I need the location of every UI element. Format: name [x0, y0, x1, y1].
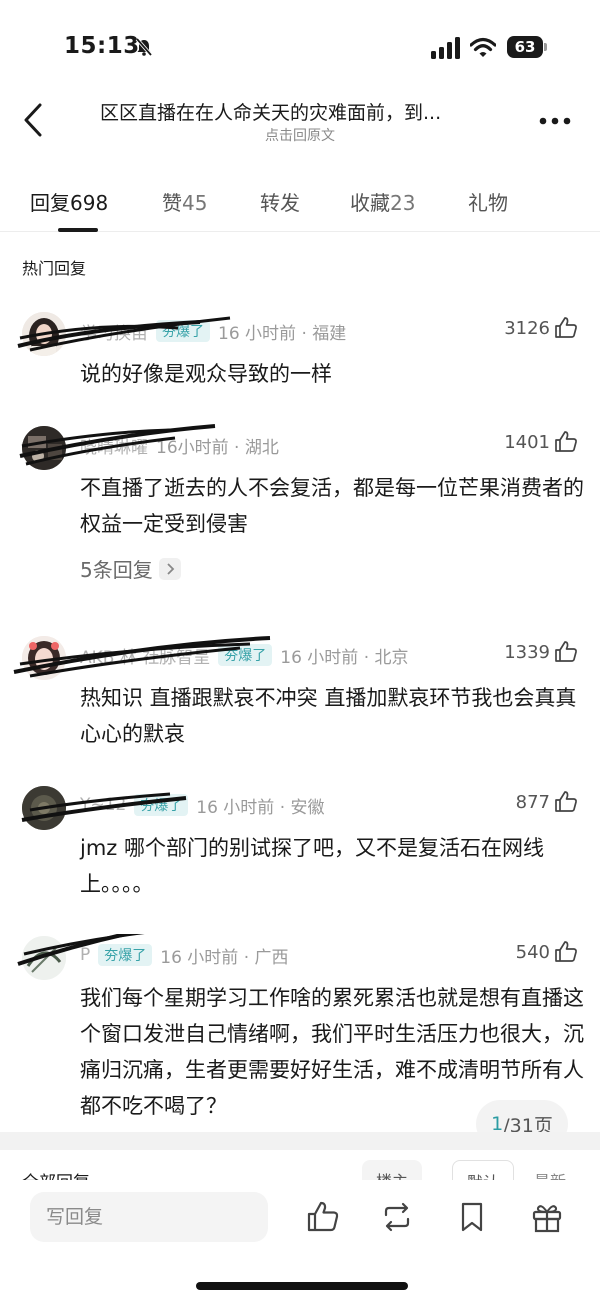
comment-meta: P 夯爆了 16 小时前 · 广西 — [80, 942, 289, 968]
comment-meta: 晓晴琳曜 16小时前 · 湖北 — [80, 432, 279, 458]
status-time: 15:13 — [64, 33, 140, 59]
like-count: 1339 — [504, 641, 550, 663]
comment-time-location: 16 小时前 · 北京 — [280, 647, 409, 668]
username[interactable]: AKB 林 社脉智呈 — [80, 643, 210, 668]
thumbs-up-icon — [555, 641, 577, 662]
view-replies-button[interactable]: 5条回复 — [80, 554, 181, 583]
status-bar: 15:13 63 — [0, 0, 600, 90]
like-button[interactable]: 877 — [516, 790, 578, 814]
comment-time-location: 16小时前 · 湖北 — [156, 437, 279, 458]
comment-text: jmz 哪个部门的别试探了吧，又不是复活石在网线上。。。。 — [80, 836, 544, 896]
comment-item: 晓晴琳曜 16小时前 · 湖北 1401 不直播了逝去的人不会复活，都是每一位芒… — [0, 424, 600, 604]
tab-count: 45 — [182, 191, 208, 215]
cellular-signal-icon — [431, 37, 460, 59]
hot-badge: 夯爆了 — [156, 320, 210, 342]
tab-likes[interactable]: 赞45 — [162, 187, 207, 227]
tab-label: 回复 — [30, 191, 70, 215]
back-to-original-link[interactable]: 点击回原文 — [0, 125, 600, 145]
comment-text: 不直播了逝去的人不会复活，都是每一位芒果消费者的权益一定受到侵害 — [80, 476, 584, 536]
hot-badge: 夯爆了 — [134, 794, 189, 816]
page-title[interactable]: 区区直播在在人命关天的灾难面前，到... — [100, 98, 510, 125]
user-avatar[interactable] — [22, 936, 66, 980]
chevron-right-icon — [158, 557, 181, 580]
like-count: 540 — [515, 941, 550, 963]
user-avatar[interactable] — [22, 312, 66, 356]
sort-owner-button[interactable]: 楼主 — [362, 1160, 423, 1180]
user-avatar[interactable] — [22, 636, 66, 680]
comment-text: 说的好像是观众导致的一样 — [80, 362, 332, 386]
tab-favorites[interactable]: 收藏23 — [350, 187, 415, 227]
user-avatar[interactable] — [22, 786, 66, 830]
all-replies-heading: 全部回复 — [22, 1168, 90, 1180]
username[interactable]: Y~12 — [80, 795, 126, 815]
like-count: 3126 — [504, 317, 550, 339]
tab-label: 礼物 — [468, 191, 508, 215]
comment-meta: AKB 林 社脉智呈 夯爆了 16 小时前 · 北京 — [80, 642, 409, 668]
hot-replies-heading: 热门回复 — [22, 259, 87, 278]
bell-muted-icon — [135, 37, 153, 57]
comment-item: 学习换亩 夯爆了 16 小时前 · 福建 3126 说的好像是观众导致的一样 — [0, 310, 600, 390]
tab-replies[interactable]: 回复698 — [30, 187, 108, 227]
tab-gifts[interactable]: 礼物 — [468, 187, 508, 227]
like-count: 877 — [515, 791, 550, 813]
tab-label: 转发 — [260, 191, 300, 215]
nav-header: 区区直播在在人命关天的灾难面前，到... 点击回原文 — [0, 90, 600, 160]
bookmark-icon[interactable] — [455, 1200, 489, 1234]
sort-default-button[interactable]: 默认 — [452, 1160, 515, 1180]
bottom-action-bar: 写回复 — [0, 1180, 600, 1304]
like-button[interactable]: 3126 — [504, 316, 578, 340]
like-button[interactable]: 540 — [516, 940, 578, 964]
tab-count: 698 — [70, 191, 109, 215]
comment-time-location: 16 小时前 · 安徽 — [196, 797, 325, 818]
replies-count: 5条回复 — [80, 558, 153, 582]
tab-reposts[interactable]: 转发 — [260, 187, 300, 227]
avatar-image — [22, 936, 66, 980]
like-icon[interactable] — [306, 1200, 340, 1234]
tab-label: 赞 — [162, 191, 182, 215]
battery-tip — [544, 43, 547, 51]
section-divider — [0, 1132, 600, 1150]
comment-time-location: 16 小时前 · 福建 — [218, 323, 347, 344]
hot-badge: 夯爆了 — [218, 644, 273, 666]
sort-latest-button[interactable]: 最新 — [520, 1160, 580, 1180]
like-count: 1401 — [504, 431, 550, 453]
username[interactable]: 晓晴琳曜 — [80, 433, 148, 458]
thumbs-up-icon — [555, 317, 577, 338]
user-avatar[interactable] — [22, 426, 66, 470]
battery-indicator: 63 — [507, 36, 547, 58]
comment-meta: 学习换亩 夯爆了 16 小时前 · 福建 — [80, 318, 346, 344]
tab-bar: 回复698 赞45 转发 收藏23 礼物 — [0, 180, 600, 232]
avatar-image — [22, 636, 66, 680]
comment-item: Y~12 夯爆了 16 小时前 · 安徽 877 jmz 哪个部门的别试探了吧，… — [0, 784, 600, 904]
tab-count: 23 — [390, 191, 416, 215]
like-button[interactable]: 1401 — [504, 430, 578, 454]
thumbs-up-icon — [555, 431, 577, 452]
thumbs-up-icon — [555, 941, 577, 962]
hot-badge: 夯爆了 — [98, 944, 153, 966]
wifi-icon — [470, 37, 496, 57]
avatar-image — [22, 786, 66, 830]
comment-text: 热知识 直播跟默哀不冲突 直播加默哀环节我也会真真心心的默哀 — [80, 686, 577, 746]
comment-item: P 夯爆了 16 小时前 · 广西 540 我们每个星期学习工作啥的累死累活也就… — [0, 934, 600, 1124]
avatar-image — [22, 426, 66, 470]
all-replies-header: 全部回复 楼主 默认 最新 — [0, 1150, 600, 1180]
tab-label: 收藏 — [350, 191, 390, 215]
repost-icon[interactable] — [380, 1200, 414, 1234]
comment-item: AKB 林 社脉智呈 夯爆了 16 小时前 · 北京 1339 热知识 直播跟默… — [0, 634, 600, 754]
reply-input[interactable]: 写回复 — [30, 1192, 268, 1242]
username[interactable]: P — [80, 945, 90, 965]
username[interactable]: 学习换亩 — [80, 319, 148, 344]
avatar-image — [22, 312, 66, 356]
comment-meta: Y~12 夯爆了 16 小时前 · 安徽 — [80, 792, 325, 818]
home-indicator — [196, 1282, 408, 1290]
battery-level: 63 — [507, 36, 543, 58]
gift-icon[interactable] — [530, 1200, 564, 1234]
comment-time-location: 16 小时前 · 广西 — [160, 947, 289, 968]
active-tab-indicator — [58, 228, 98, 232]
thumbs-up-icon — [555, 791, 577, 812]
more-options-icon[interactable] — [538, 116, 572, 126]
like-button[interactable]: 1339 — [504, 640, 578, 664]
